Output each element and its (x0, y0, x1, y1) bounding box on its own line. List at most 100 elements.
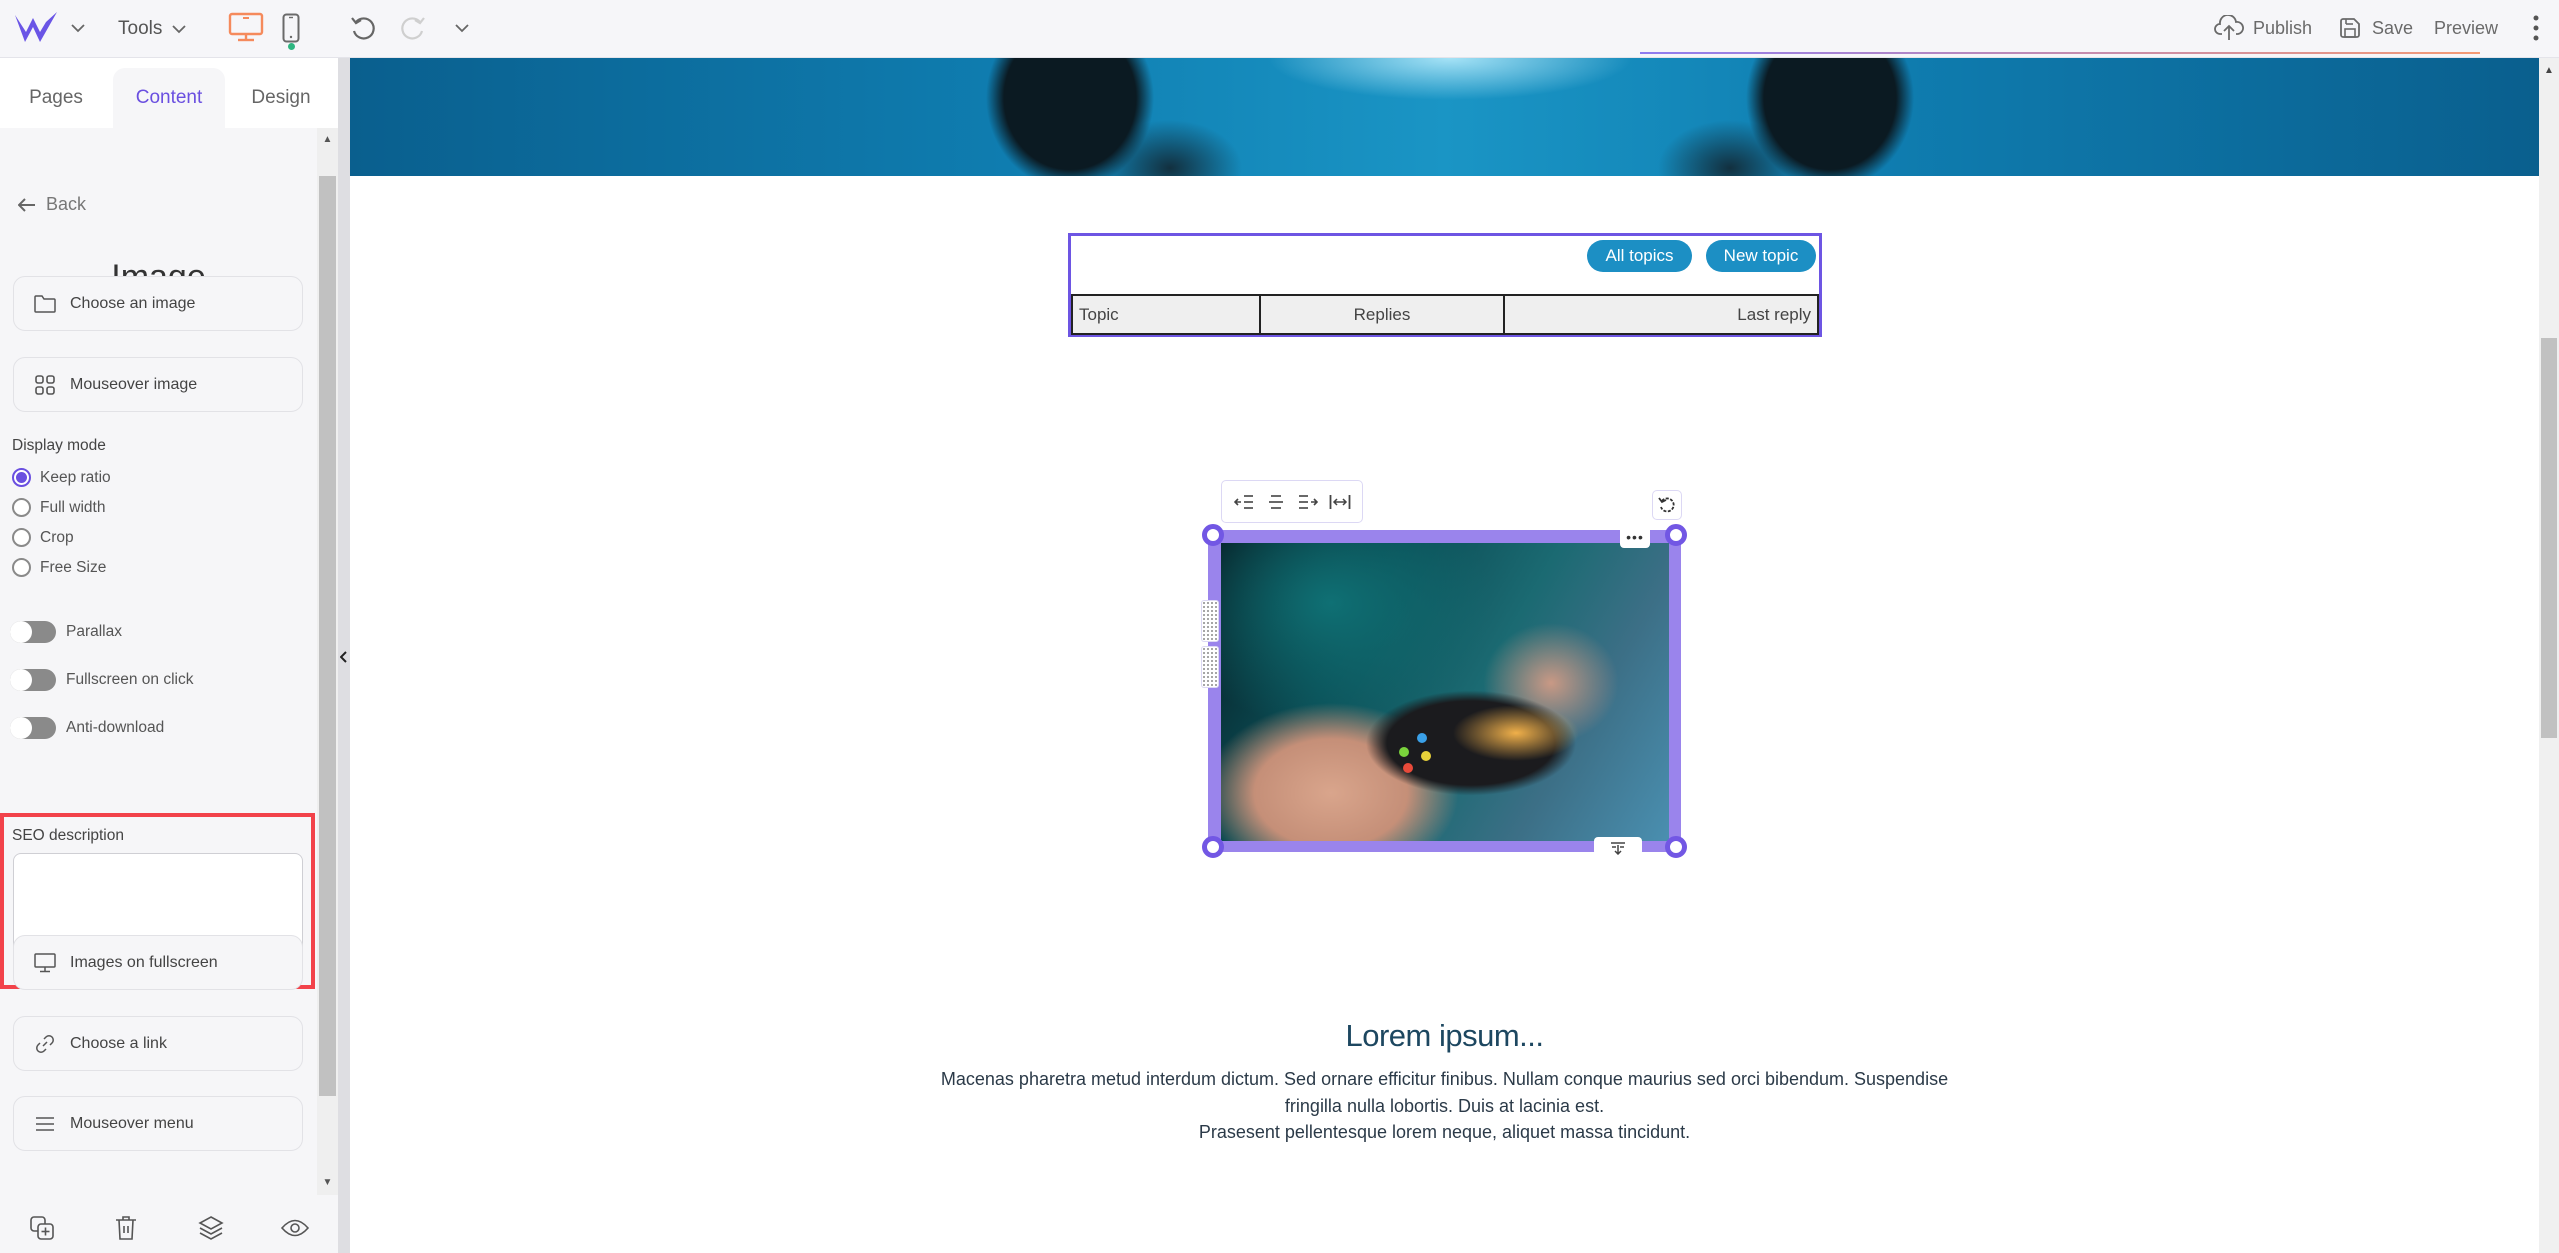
tab-pages[interactable]: Pages (8, 68, 104, 128)
game-controller-photo[interactable] (1221, 543, 1669, 841)
new-topic-button[interactable]: New topic (1706, 240, 1816, 272)
smartphone-icon (282, 13, 300, 43)
cloud-upload-icon (2214, 15, 2244, 40)
top-toolbar: Tools Publish Save Preview (0, 0, 2559, 58)
arrow-left-icon (18, 197, 35, 212)
radio-unchecked (12, 498, 31, 517)
sidebar-scrollbar-thumb[interactable] (319, 176, 336, 1096)
column-header-replies[interactable]: Replies (1259, 294, 1505, 335)
images-on-fullscreen-button[interactable]: Images on fullscreen (13, 935, 303, 990)
display-mode-label: Display mode (12, 437, 106, 454)
grid-icon (34, 374, 56, 396)
radio-label: Full width (40, 498, 106, 516)
scroll-up-arrow-icon[interactable]: ▲ (318, 130, 337, 148)
more-options-kebab-icon[interactable] (2528, 10, 2544, 46)
controller-button-yellow (1421, 751, 1431, 761)
scroll-down-arrow-icon[interactable]: ▼ (318, 1173, 337, 1191)
resize-handle-bottom-left[interactable] (1202, 836, 1224, 858)
w-logo-icon[interactable] (12, 8, 60, 48)
drag-handle-grip[interactable] (1201, 646, 1219, 688)
save-label: Save (2372, 17, 2414, 38)
back-button[interactable]: Back (18, 194, 86, 215)
resize-handle-bottom-right[interactable] (1665, 836, 1687, 858)
layers-icon[interactable] (196, 1213, 226, 1243)
mouseover-menu-button[interactable]: Mouseover menu (13, 1096, 303, 1151)
radio-full-width[interactable]: Full width (12, 498, 105, 517)
tools-label: Tools (118, 18, 163, 39)
mobile-status-dot (288, 43, 295, 50)
redo-button[interactable] (396, 12, 430, 44)
trash-icon[interactable] (111, 1213, 141, 1243)
radio-label: Keep ratio (40, 468, 111, 486)
radio-unchecked (12, 558, 31, 577)
controller-button-green (1399, 747, 1409, 757)
floppy-disk-icon (2340, 18, 2360, 38)
toggle-switch[interactable] (10, 717, 56, 739)
toggle-label: Fullscreen on click (66, 671, 194, 688)
drag-handle-grip[interactable] (1201, 600, 1219, 642)
section-heading: Lorem ipsum... (1345, 1018, 1544, 1053)
header-banner-image[interactable] (350, 58, 2539, 176)
toggle-label: Anti-download (66, 719, 165, 736)
canvas-scrollbar[interactable]: ▲ (2539, 58, 2559, 1253)
section-paragraph: Macenas pharetra metud interdum dictum. … (350, 1066, 2539, 1146)
undo-icon (351, 17, 375, 40)
align-right-icon[interactable] (1295, 489, 1321, 515)
radio-label: Crop (40, 528, 74, 546)
eye-icon[interactable] (280, 1213, 310, 1243)
choose-image-button[interactable]: Choose an image (13, 276, 303, 331)
mouseover-image-button[interactable]: Mouseover image (13, 357, 303, 412)
align-left-icon[interactable] (1231, 489, 1257, 515)
text-section[interactable]: Lorem ipsum... Macenas pharetra metud in… (350, 1018, 2539, 1146)
align-center-icon[interactable] (1263, 489, 1289, 515)
radio-label: Free Size (40, 558, 107, 576)
undo-button[interactable] (346, 12, 380, 44)
menu-icon (34, 1113, 56, 1135)
toggle-parallax[interactable]: Parallax (10, 621, 122, 643)
sidebar-tabs: Pages Content Design (0, 58, 338, 128)
forum-widget[interactable]: All topics New topic Topic Replies Last … (1068, 233, 1822, 337)
folder-icon (34, 293, 56, 315)
images-on-fullscreen-label: Images on fullscreen (70, 953, 218, 971)
tab-design[interactable]: Design (236, 68, 326, 128)
column-header-topic[interactable]: Topic (1071, 294, 1261, 335)
resize-handle-top-left[interactable] (1202, 524, 1224, 546)
resize-handle-top-right[interactable] (1665, 524, 1687, 546)
toggle-switch[interactable] (10, 621, 56, 643)
radio-keep-ratio[interactable]: Keep ratio (12, 468, 111, 487)
all-topics-button[interactable]: All topics (1587, 240, 1692, 272)
radio-free-size[interactable]: Free Size (12, 558, 106, 577)
reset-rotation-button[interactable] (1652, 490, 1682, 520)
desktop-view-button[interactable] (226, 10, 266, 44)
scroll-up-arrow-icon[interactable]: ▲ (2539, 62, 2559, 78)
preview-label: Preview (2434, 17, 2499, 38)
choose-image-label: Choose an image (70, 294, 196, 312)
column-header-last-reply[interactable]: Last reply (1503, 294, 1819, 335)
tab-content[interactable]: Content (113, 68, 225, 128)
toggle-switch[interactable] (10, 669, 56, 691)
duplicate-icon[interactable] (27, 1213, 57, 1243)
paragraph-line: Macenas pharetra metud interdum dictum. … (940, 1069, 1949, 1089)
logo-menu-chevron-down-icon[interactable] (68, 16, 88, 40)
vertical-spacing-handle[interactable] (1594, 837, 1642, 859)
back-label: Back (46, 194, 87, 214)
mobile-view-button[interactable] (278, 10, 304, 46)
save-button[interactable]: Save (2338, 10, 2413, 46)
history-chevron-down-icon[interactable] (452, 16, 472, 40)
canvas-scrollbar-thumb[interactable] (2541, 338, 2557, 738)
toggle-anti-download[interactable]: Anti-download (10, 717, 164, 739)
collapse-sidebar-chevron-left-icon[interactable] (338, 646, 350, 668)
forum-table-header-row: Topic Replies Last reply (1071, 294, 1819, 335)
preview-button[interactable]: Preview (2434, 10, 2498, 46)
radio-checked (12, 468, 31, 487)
mouseover-image-label: Mouseover image (70, 375, 198, 393)
selected-image-frame[interactable]: ••• (1201, 524, 1687, 859)
more-options-ellipsis-icon[interactable]: ••• (1620, 526, 1650, 548)
choose-link-button[interactable]: Choose a link (13, 1016, 303, 1071)
radio-crop[interactable]: Crop (12, 528, 74, 547)
tools-menu[interactable]: Tools (118, 12, 186, 46)
toggle-fullscreen-on-click[interactable]: Fullscreen on click (10, 669, 194, 691)
stretch-width-icon[interactable] (1327, 489, 1353, 515)
paragraph-line: fringilla nulla lobortis. Duis at lacini… (1284, 1095, 1605, 1116)
publish-button[interactable]: Publish (2214, 10, 2312, 46)
